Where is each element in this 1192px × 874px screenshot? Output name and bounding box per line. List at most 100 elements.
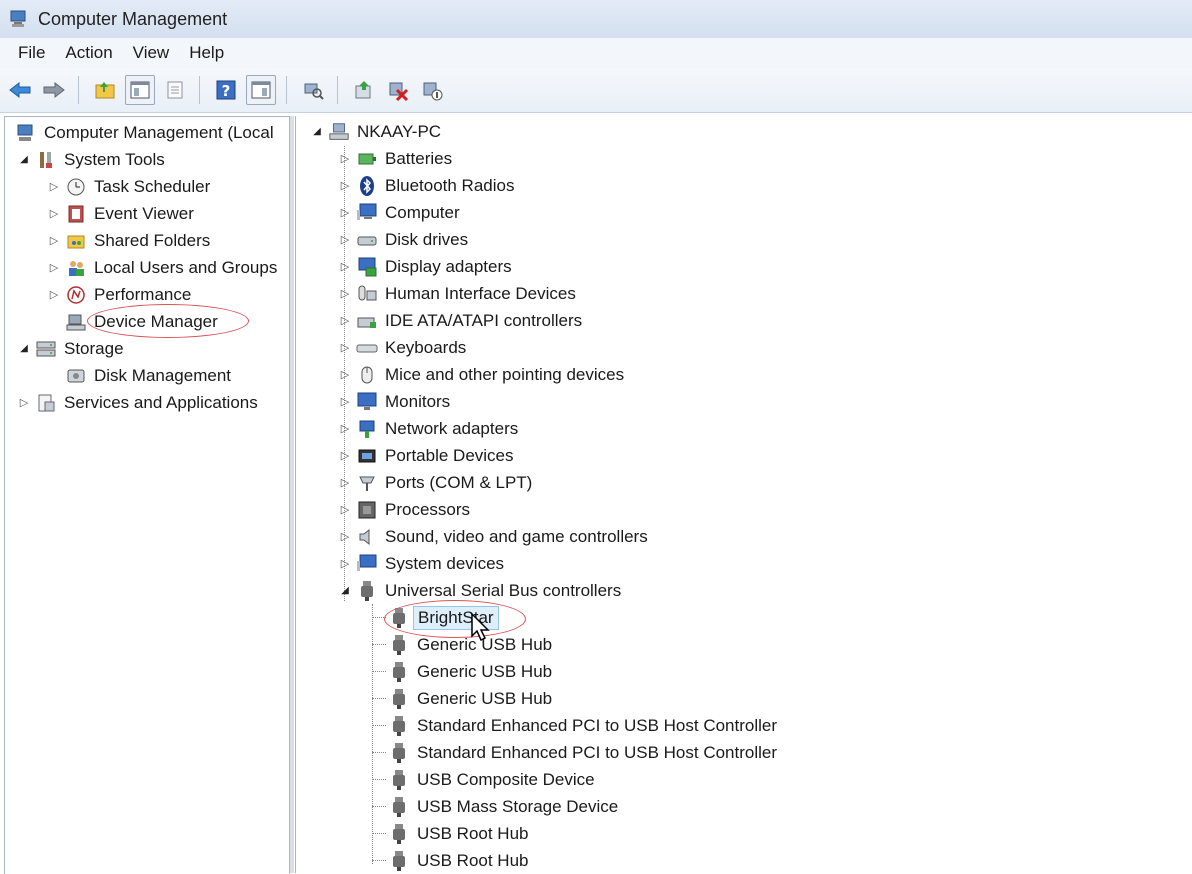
up-folder-icon[interactable] [91,76,119,104]
expand-arrow-icon[interactable]: ▷ [338,503,352,516]
collapse-arrow-icon[interactable]: ◢ [17,154,31,165]
tree-item-storage[interactable]: ◢ Storage [17,335,123,362]
collapse-arrow-icon[interactable]: ◢ [310,126,324,137]
usb-device-item[interactable]: Generic USB Hub [384,658,552,685]
usb-device-item[interactable]: Generic USB Hub [384,685,552,712]
device-category[interactable]: ▷ Monitors [338,388,450,415]
back-icon[interactable] [6,76,34,104]
usb-device-item[interactable]: USB Composite Device [384,766,595,793]
keyboard-icon [356,337,378,359]
tree-item-event-viewer[interactable]: ▷ Event Viewer [47,200,194,227]
usb-device-item[interactable]: USB Root Hub [384,847,529,873]
device-category[interactable]: ▷ Mice and other pointing devices [338,361,624,388]
mouse-cursor-icon [471,612,490,642]
device-category[interactable]: ▷ Bluetooth Radios [338,172,514,199]
usb-device-icon [388,769,410,791]
users-icon [65,257,87,279]
menu-view[interactable]: View [123,43,180,63]
device-category[interactable]: ▷ Display adapters [338,253,512,280]
update-driver-icon[interactable] [350,76,378,104]
port-icon [356,472,378,494]
expand-arrow-icon[interactable]: ▷ [338,260,352,273]
expand-arrow-icon[interactable]: ▷ [338,449,352,462]
tree-item-shared-folders[interactable]: ▷ Shared Folders [47,227,210,254]
forward-icon[interactable] [40,76,68,104]
tree-item-services-applications[interactable]: ▷ Services and Applications [17,389,258,416]
usb-device-icon [388,715,410,737]
device-category[interactable]: ▷ Network adapters [338,415,518,442]
bluetooth-icon [356,175,378,197]
collapse-arrow-icon[interactable]: ◢ [338,585,352,596]
pane-splitter[interactable] [290,116,294,873]
device-category[interactable]: ▷ Keyboards [338,334,467,361]
expand-arrow-icon[interactable]: ▷ [338,557,352,570]
properties-icon[interactable] [161,76,189,104]
device-category[interactable]: ▷ Portable Devices [338,442,514,469]
tree-item-disk-management[interactable]: Disk Management [61,362,231,389]
expand-arrow-icon[interactable]: ▷ [47,234,61,247]
clock-icon [65,176,87,198]
svg-text:?: ? [222,82,231,100]
expand-arrow-icon[interactable]: ▷ [338,341,352,354]
usb-device-item[interactable]: Standard Enhanced PCI to USB Host Contro… [384,712,777,739]
device-category[interactable]: ▷ System devices [338,550,504,577]
expand-arrow-icon[interactable]: ▷ [338,152,352,165]
usb-device-icon [388,742,410,764]
menu-bar: File Action View Help [0,38,1192,69]
help-icon[interactable]: ? [212,76,240,104]
console-tree[interactable]: Computer Management (Local ◢ System Tool… [4,116,290,874]
expand-arrow-icon[interactable]: ▷ [47,261,61,274]
expand-arrow-icon[interactable]: ▷ [338,476,352,489]
device-category[interactable]: ▷ Ports (COM & LPT) [338,469,533,496]
expand-arrow-icon[interactable]: ▷ [338,179,352,192]
expand-arrow-icon[interactable]: ▷ [338,314,352,327]
menu-action[interactable]: Action [55,43,122,63]
toolbar-separator [286,76,287,104]
device-tree[interactable]: ◢ NKAAY-PC ▷ Batteries ▷ Bluetooth Radios ▷ C… [295,116,1192,873]
menu-help[interactable]: Help [179,43,234,63]
usb-device-item[interactable]: Standard Enhanced PCI to USB Host Contro… [384,739,777,766]
expand-arrow-icon[interactable]: ▷ [17,396,31,409]
show-hide-tree-icon[interactable] [125,75,155,105]
expand-arrow-icon[interactable]: ▷ [338,368,352,381]
disable-icon[interactable] [418,76,446,104]
expand-arrow-icon[interactable]: ▷ [338,206,352,219]
event-viewer-icon [65,203,87,225]
usb-device-icon [388,688,410,710]
collapse-arrow-icon[interactable]: ◢ [17,343,31,354]
scan-hardware-icon[interactable] [299,76,327,104]
tree-root[interactable]: Computer Management (Local [11,119,274,146]
device-category[interactable]: ▷ Disk drives [338,226,468,253]
tree-item-local-users[interactable]: ▷ Local Users and Groups [47,254,278,281]
expand-arrow-icon[interactable]: ▷ [338,287,352,300]
usb-device-icon [388,850,410,872]
usb-icon [356,580,378,602]
toolbar-separator [337,76,338,104]
device-category[interactable]: ▷ IDE ATA/ATAPI controllers [338,307,582,334]
expand-arrow-icon[interactable]: ▷ [47,288,61,301]
device-tree-root[interactable]: ◢ NKAAY-PC [310,118,441,145]
device-category[interactable]: ▷ Human Interface Devices [338,280,576,307]
expand-arrow-icon[interactable]: ▷ [47,207,61,220]
hid-icon [356,283,378,305]
uninstall-icon[interactable] [384,76,412,104]
device-category[interactable]: ▷ Sound, video and game controllers [338,523,648,550]
device-category[interactable]: ▷ Batteries [338,145,452,172]
highlight-circle [87,304,249,338]
usb-device-item[interactable]: USB Root Hub [384,820,529,847]
category-usb-controllers[interactable]: ◢ Universal Serial Bus controllers [338,577,621,604]
ide-controller-icon [356,310,378,332]
tree-item-system-tools[interactable]: ◢ System Tools [17,146,165,173]
expand-arrow-icon[interactable]: ▷ [47,180,61,193]
show-hide-action-pane-icon[interactable] [246,75,276,105]
usb-device-item[interactable]: USB Mass Storage Device [384,793,618,820]
menu-file[interactable]: File [8,43,55,63]
device-category[interactable]: ▷ Computer [338,199,460,226]
expand-arrow-icon[interactable]: ▷ [338,422,352,435]
computer-icon [356,202,378,224]
expand-arrow-icon[interactable]: ▷ [338,530,352,543]
tree-item-task-scheduler[interactable]: ▷ Task Scheduler [47,173,210,200]
expand-arrow-icon[interactable]: ▷ [338,233,352,246]
device-category[interactable]: ▷ Processors [338,496,470,523]
expand-arrow-icon[interactable]: ▷ [338,395,352,408]
